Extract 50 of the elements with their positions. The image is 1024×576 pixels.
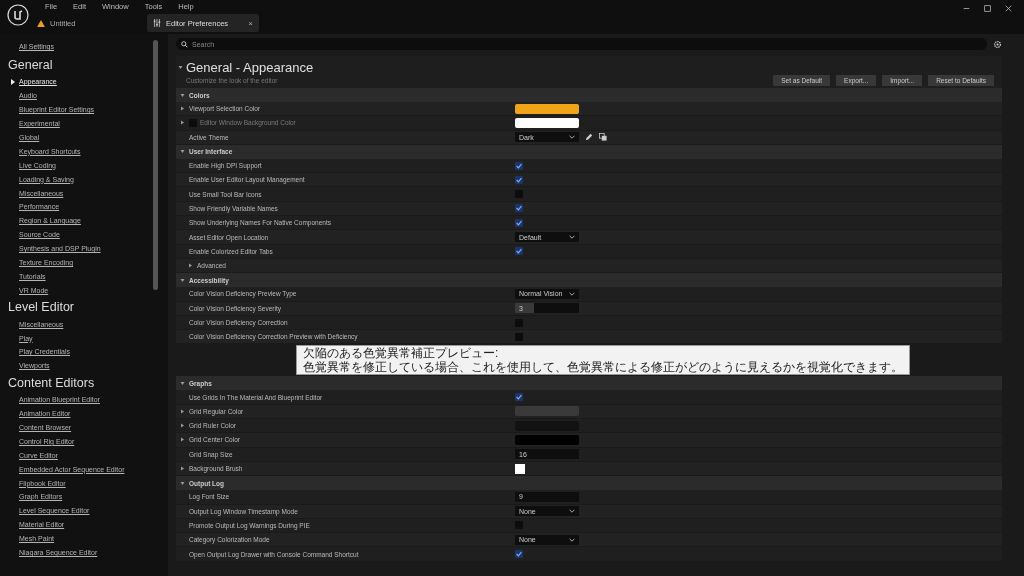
caret-icon: [569, 537, 575, 542]
search-icon: [181, 40, 188, 48]
expander-arrow-icon[interactable]: [180, 423, 185, 429]
warning-icon: [37, 19, 45, 27]
sidebar-heading: General: [8, 58, 54, 72]
expander-arrow-icon[interactable]: [180, 437, 185, 443]
maximize-icon[interactable]: [984, 5, 991, 12]
check-icon: [516, 394, 522, 401]
tooltip-text: 欠陥のある色覚異常補正プレビュー:: [303, 346, 500, 361]
collapse-arrow-icon[interactable]: [178, 65, 183, 70]
checkbox[interactable]: [515, 247, 523, 256]
caret-icon: [569, 135, 575, 140]
checkbox[interactable]: [515, 175, 523, 184]
checkbox[interactable]: [515, 393, 523, 402]
expander-arrow-icon[interactable]: [180, 466, 185, 472]
check-icon: [516, 551, 522, 558]
caret-icon: [569, 291, 575, 296]
checkbox[interactable]: [515, 218, 523, 227]
expander-arrow-icon[interactable]: [180, 106, 185, 112]
checkbox[interactable]: [515, 161, 523, 170]
sidebar-heading: Level Editor: [8, 300, 75, 315]
brush-swatch[interactable]: [515, 463, 525, 474]
sidebar-heading: Content Editors: [8, 375, 96, 390]
tooltip-text: 色覚異常を修正している場合、これを使用して、色覚異常による修正がどのように見えるかを視覚化できます。: [303, 360, 903, 375]
color-swatch[interactable]: [515, 103, 579, 114]
color-swatch[interactable]: [515, 406, 579, 417]
close-button[interactable]: ×: [248, 18, 253, 28]
check-icon: [516, 248, 522, 255]
engine-logo-icon[interactable]: [7, 4, 29, 26]
checkbox[interactable]: [515, 550, 523, 559]
pencil-icon[interactable]: [585, 133, 593, 142]
minimize-icon[interactable]: [963, 5, 970, 12]
expander-arrow-icon[interactable]: [180, 149, 185, 155]
expander-arrow-icon[interactable]: [180, 480, 185, 486]
copy-icon[interactable]: [599, 133, 607, 142]
settings-icon[interactable]: [993, 39, 1002, 49]
caret-icon: [569, 235, 575, 239]
expander-arrow-icon[interactable]: [180, 408, 185, 414]
selected-arrow-icon: [11, 79, 15, 85]
checkbox[interactable]: [515, 204, 523, 213]
expander-arrow-icon[interactable]: [188, 263, 193, 269]
color-swatch[interactable]: [515, 435, 579, 445]
sliders-icon: [153, 19, 161, 27]
expander-arrow-icon[interactable]: [180, 277, 185, 283]
close-icon[interactable]: [1005, 5, 1012, 12]
expander-arrow-icon[interactable]: [180, 380, 185, 386]
page-title: General - Appearance: [186, 60, 314, 75]
expander-arrow-icon[interactable]: [180, 92, 185, 98]
caret-icon: [569, 509, 575, 514]
scrollbar-thumb[interactable]: [153, 40, 158, 290]
